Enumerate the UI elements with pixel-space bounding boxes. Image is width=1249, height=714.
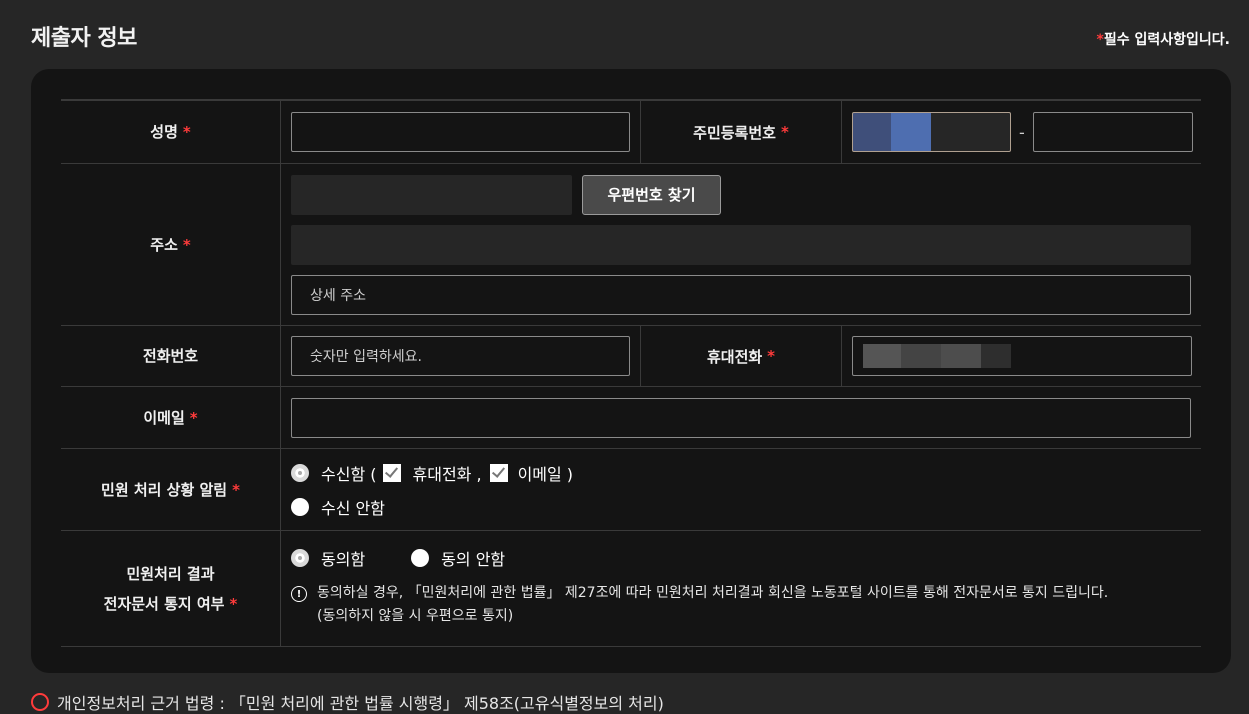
rrn-cell: - — [842, 101, 1203, 163]
warning-icon — [31, 693, 49, 711]
notify-receive-radio[interactable] — [291, 463, 309, 482]
phone-field[interactable]: 숫자만 입력하세요. — [291, 336, 630, 376]
edoc-disagree-option[interactable]: 동의 안함 — [411, 546, 505, 570]
submitter-form-card: 성명 * 주민등록번호 * - 주소 * 우편번호 찾기 상세 주소 전화번호 … — [31, 69, 1231, 673]
edoc-options: 동의함 동의 안함 — [291, 546, 505, 570]
mobile-field[interactable] — [852, 336, 1192, 376]
zip-search-button[interactable]: 우편번호 찾기 — [582, 174, 721, 215]
required-note: *필수 입력사항입니다. — [1097, 29, 1230, 49]
info-icon: ! — [291, 586, 307, 602]
edoc-agree-option[interactable]: 동의함 — [291, 546, 365, 570]
detail-address-field[interactable]: 상세 주소 — [291, 274, 1191, 315]
rrn-separator: - — [1019, 122, 1025, 142]
row-name-rrn: 성명 * 주민등록번호 * - — [61, 101, 1201, 164]
notify-mobile-checkbox[interactable] — [382, 463, 401, 482]
row-notify: 민원 처리 상황 알림 * 수신함 ( 휴대전화 , 이메일 ) 수신 안함 — [61, 449, 1201, 531]
edoc-agree-radio[interactable] — [291, 549, 309, 567]
address-cell: 우편번호 찾기 상세 주소 — [281, 164, 1201, 325]
row-email: 이메일 * — [61, 387, 1201, 449]
email-label: 이메일 * — [61, 387, 281, 448]
edoc-notice-line1: 동의하실 경우, 「민원처리에 관한 법률」 제27조에 따라 민원처리 처리결… — [317, 585, 1109, 601]
edoc-label: 민원처리 결과 전자문서 통지 여부 * — [61, 531, 281, 646]
email-field[interactable] — [291, 397, 1191, 438]
edoc-disagree-radio[interactable] — [411, 549, 430, 567]
notify-receive-option[interactable]: 수신함 ( 휴대전화 , 이메일 ) — [291, 461, 573, 485]
rrn-front-field[interactable] — [852, 112, 1011, 152]
notify-email-checkbox[interactable] — [489, 463, 508, 482]
rrn-back-field[interactable] — [1032, 112, 1193, 152]
page-title: 제출자 정보 — [31, 26, 137, 51]
row-edoc: 민원처리 결과 전자문서 통지 여부 * 동의함 동의 안함 ! 동의하실 경우… — [61, 531, 1201, 647]
zip-row: 우편번호 찾기 — [291, 174, 721, 215]
notify-reject-option[interactable]: 수신 안함 — [291, 495, 385, 519]
notify-label: 민원 처리 상황 알림 * — [61, 449, 281, 530]
row-phone: 전화번호 숫자만 입력하세요. 휴대전화 * — [61, 326, 1201, 387]
edoc-notice-line2: (동의하지 않을 시 우편으로 통지) — [317, 608, 514, 624]
edoc-notice: ! 동의하실 경우, 「민원처리에 관한 법률」 제27조에 따라 민원처리 처… — [291, 582, 1108, 628]
phone-cell: 숫자만 입력하세요. — [281, 326, 640, 386]
required-star: * — [1096, 32, 1104, 48]
masked-mobile-value — [863, 344, 1011, 368]
email-cell — [281, 387, 1201, 448]
notify-reject-radio[interactable] — [291, 497, 309, 516]
mobile-cell — [842, 326, 1202, 386]
rrn-label: 주민등록번호 * — [640, 101, 842, 163]
zip-code-field[interactable] — [291, 174, 572, 215]
form-table: 성명 * 주민등록번호 * - 주소 * 우편번호 찾기 상세 주소 전화번호 … — [61, 99, 1201, 647]
address-label: 주소 * — [61, 164, 281, 325]
phone-label: 전화번호 — [61, 326, 281, 386]
mobile-label: 휴대전화 * — [640, 326, 842, 386]
footer-note: 개인정보처리 근거 법령 : 「민원 처리에 관한 법률 시행령」 제58조(고… — [31, 690, 664, 714]
row-address: 주소 * 우편번호 찾기 상세 주소 — [61, 164, 1201, 326]
edoc-cell: 동의함 동의 안함 ! 동의하실 경우, 「민원처리에 관한 법률」 제27조에… — [281, 531, 1201, 646]
name-cell — [281, 101, 640, 163]
notify-cell: 수신함 ( 휴대전화 , 이메일 ) 수신 안함 — [281, 449, 1201, 530]
required-note-text: 필수 입력사항입니다. — [1103, 32, 1230, 48]
name-label: 성명 * — [61, 101, 281, 163]
footer-note-text: 개인정보처리 근거 법령 : 「민원 처리에 관한 법률 시행령」 제58조(고… — [57, 694, 664, 713]
address-field[interactable] — [291, 224, 1191, 265]
name-field[interactable] — [291, 112, 630, 152]
